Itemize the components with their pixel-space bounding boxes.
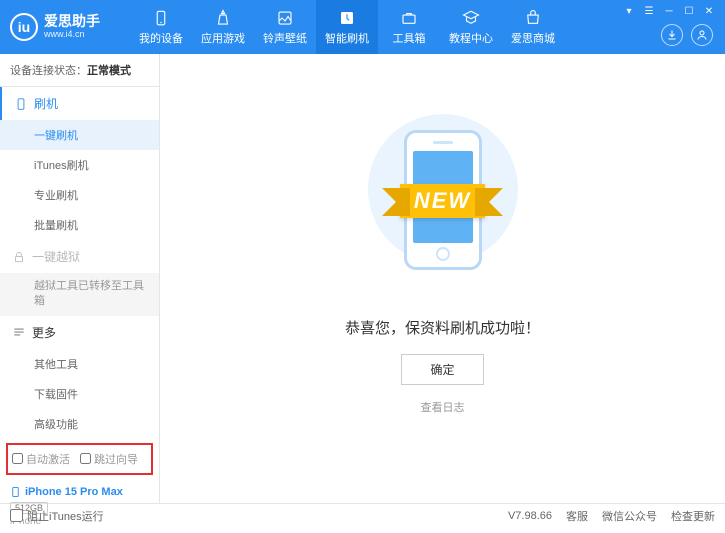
- lock-icon: [12, 250, 26, 264]
- sidebar-item-onekey-flash[interactable]: 一键刷机: [0, 120, 159, 150]
- main-content: NEW 恭喜您，保资料刷机成功啦！ 确定 查看日志: [160, 54, 725, 503]
- close-button[interactable]: ✕: [701, 4, 717, 18]
- minimize-button[interactable]: ─: [661, 4, 677, 18]
- flash-icon: [338, 9, 356, 27]
- nav-label: 我的设备: [139, 30, 183, 46]
- device-name: iPhone 15 Pro Max: [10, 485, 149, 499]
- phone-icon: [14, 97, 28, 111]
- nav-label: 智能刷机: [325, 30, 369, 46]
- more-icon: [12, 325, 26, 339]
- nav-label: 铃声壁纸: [263, 30, 307, 46]
- sidebar-item-pro-flash[interactable]: 专业刷机: [0, 180, 159, 210]
- section-jailbreak: 一键越狱: [0, 240, 159, 273]
- app-header: iu 爱思助手 www.i4.cn 我的设备 应用游戏 铃声壁纸 智能刷机 工具…: [0, 0, 725, 54]
- device-icon: [10, 485, 21, 499]
- view-log-link[interactable]: 查看日志: [421, 399, 465, 415]
- nav-store[interactable]: 爱思商城: [502, 0, 564, 54]
- window-controls: ▾ ☰ ─ ☐ ✕: [621, 0, 717, 18]
- sidebar-item-batch-flash[interactable]: 批量刷机: [0, 210, 159, 240]
- logo[interactable]: iu 爱思助手 www.i4.cn: [10, 13, 100, 41]
- connection-mode: 正常模式: [87, 65, 131, 77]
- nav-label: 教程中心: [449, 30, 493, 46]
- maximize-button[interactable]: ☐: [681, 4, 697, 18]
- device-info[interactable]: iPhone 15 Pro Max 512GB iPhone: [0, 479, 159, 533]
- highlighted-options-box: 自动激活 跳过向导: [6, 443, 153, 475]
- ok-button[interactable]: 确定: [401, 354, 483, 385]
- sidebar-item-itunes-flash[interactable]: iTunes刷机: [0, 150, 159, 180]
- logo-icon: iu: [10, 13, 38, 41]
- version-label: V7.98.66: [508, 510, 552, 522]
- footer-wechat[interactable]: 微信公众号: [602, 508, 657, 524]
- download-button[interactable]: [661, 24, 683, 46]
- nav-my-device[interactable]: 我的设备: [130, 0, 192, 54]
- user-button[interactable]: [691, 24, 713, 46]
- toolbox-icon: [400, 9, 418, 27]
- footer-check-update[interactable]: 检查更新: [671, 508, 715, 524]
- sidebar-item-download-firmware[interactable]: 下载固件: [0, 379, 159, 409]
- section-flash[interactable]: 刷机: [0, 87, 159, 120]
- sidebar: 设备连接状态：正常模式 刷机 一键刷机 iTunes刷机 专业刷机 批量刷机 一…: [0, 54, 160, 503]
- sidebar-item-other-tools[interactable]: 其他工具: [0, 349, 159, 379]
- jailbreak-moved-info: 越狱工具已转移至工具箱: [0, 273, 159, 316]
- footer-support[interactable]: 客服: [566, 508, 588, 524]
- section-more[interactable]: 更多: [0, 316, 159, 349]
- nav-tutorials[interactable]: 教程中心: [440, 0, 502, 54]
- skip-guide-checkbox[interactable]: 跳过向导: [80, 451, 138, 467]
- menu-icon[interactable]: ▾: [621, 4, 637, 18]
- nav-label: 爱思商城: [511, 30, 555, 46]
- connection-status: 设备连接状态：正常模式: [0, 54, 159, 87]
- app-url: www.i4.cn: [44, 30, 100, 40]
- store-icon: [524, 9, 542, 27]
- nav-toolbox[interactable]: 工具箱: [378, 0, 440, 54]
- nav-label: 工具箱: [393, 30, 426, 46]
- new-ribbon: NEW: [400, 184, 485, 218]
- wallpaper-icon: [276, 9, 294, 27]
- block-itunes-checkbox[interactable]: 阻止iTunes运行: [10, 508, 104, 524]
- nav-flash[interactable]: 智能刷机: [316, 0, 378, 54]
- main-nav: 我的设备 应用游戏 铃声壁纸 智能刷机 工具箱 教程中心 爱思商城: [130, 0, 564, 54]
- success-message: 恭喜您，保资料刷机成功啦！: [345, 317, 540, 338]
- success-illustration: NEW: [343, 114, 543, 289]
- app-title: 爱思助手: [44, 14, 100, 29]
- nav-ringtones[interactable]: 铃声壁纸: [254, 0, 316, 54]
- hamburger-icon[interactable]: ☰: [641, 4, 657, 18]
- sidebar-item-advanced[interactable]: 高级功能: [0, 409, 159, 439]
- apps-icon: [214, 9, 232, 27]
- nav-apps[interactable]: 应用游戏: [192, 0, 254, 54]
- device-icon: [152, 9, 170, 27]
- auto-activate-checkbox[interactable]: 自动激活: [12, 451, 70, 467]
- tutorial-icon: [462, 9, 480, 27]
- nav-label: 应用游戏: [201, 30, 245, 46]
